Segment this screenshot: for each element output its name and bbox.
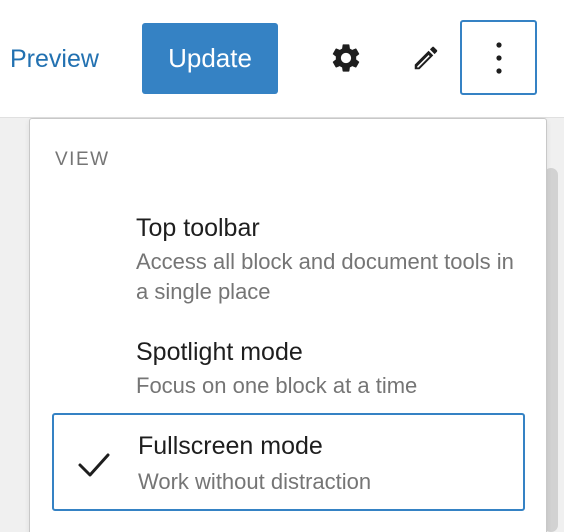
tools-button[interactable] <box>390 22 462 94</box>
menu-item-label: Top toolbar <box>136 214 260 242</box>
pencil-icon <box>414 46 438 70</box>
check-icon <box>78 453 110 477</box>
menu-item-label: Spotlight mode <box>136 338 303 366</box>
view-options-menu: VIEW Top toolbar Access all block and do… <box>29 118 547 532</box>
menu-item-description: Work without distraction <box>138 469 372 494</box>
menu-item-fullscreen-mode[interactable]: Fullscreen mode Work without distraction <box>52 413 525 511</box>
menu-item-top-toolbar[interactable]: Top toolbar Access all block and documen… <box>52 211 525 321</box>
settings-button[interactable] <box>310 22 382 94</box>
options-button[interactable] <box>460 20 537 95</box>
preview-button[interactable]: Preview <box>10 40 99 78</box>
menu-item-description: Access all block and document tools in a… <box>136 249 514 304</box>
menu-section-heading: VIEW <box>55 149 110 170</box>
menu-item-label: Fullscreen mode <box>138 432 323 460</box>
editor-header: Preview Update <box>0 0 564 118</box>
gear-icon <box>332 44 360 72</box>
menu-item-spotlight-mode[interactable]: Spotlight mode Focus on one block at a t… <box>52 335 525 415</box>
more-vertical-icon <box>495 41 502 74</box>
menu-item-description: Focus on one block at a time <box>136 373 418 398</box>
update-button[interactable]: Update <box>142 23 278 94</box>
